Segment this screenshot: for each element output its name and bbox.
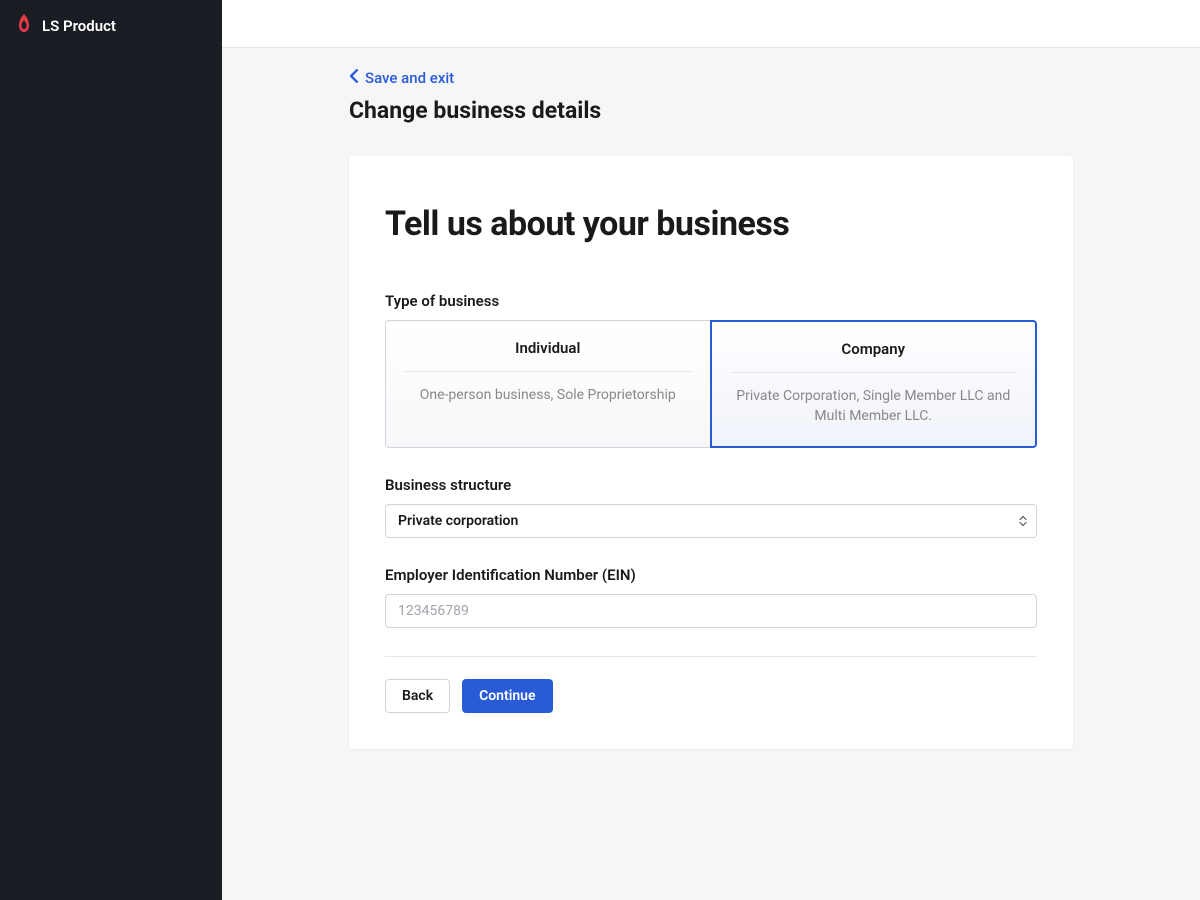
ein-input[interactable] [385,594,1037,628]
content-inner: Save and exit Change business details Te… [349,68,1073,749]
type-option-title: Company [730,340,1018,373]
back-button[interactable]: Back [385,679,450,713]
divider [385,656,1037,657]
continue-button[interactable]: Continue [462,679,552,713]
page-title: Change business details [349,97,1073,124]
save-and-exit-link[interactable]: Save and exit [349,69,454,87]
type-option-individual[interactable]: Individual One-person business, Sole Pro… [385,320,710,448]
flame-logo-icon [16,14,32,38]
content: Save and exit Change business details Te… [222,48,1200,900]
sidebar-header: LS Product [0,0,222,52]
card-title: Tell us about your business [385,204,1037,244]
button-row: Back Continue [385,679,1037,713]
type-option-company[interactable]: Company Private Corporation, Single Memb… [710,320,1038,448]
main-area: Save and exit Change business details Te… [222,0,1200,900]
type-of-business-label: Type of business [385,292,1037,310]
business-structure-select-wrapper: Private corporation [385,504,1037,538]
product-name: LS Product [42,17,116,35]
top-bar [222,0,1200,48]
chevron-left-icon [349,69,359,87]
type-option-description: Private Corporation, Single Member LLC a… [730,387,1018,426]
ein-label: Employer Identification Number (EIN) [385,566,1037,584]
save-and-exit-label: Save and exit [365,69,454,87]
type-option-description: One-person business, Sole Proprietorship [404,386,692,406]
sidebar: LS Product [0,0,222,900]
type-of-business-options: Individual One-person business, Sole Pro… [385,320,1037,448]
type-option-title: Individual [404,339,692,372]
business-structure-select[interactable]: Private corporation [385,504,1037,538]
form-card: Tell us about your business Type of busi… [349,156,1073,749]
business-structure-label: Business structure [385,476,1037,494]
